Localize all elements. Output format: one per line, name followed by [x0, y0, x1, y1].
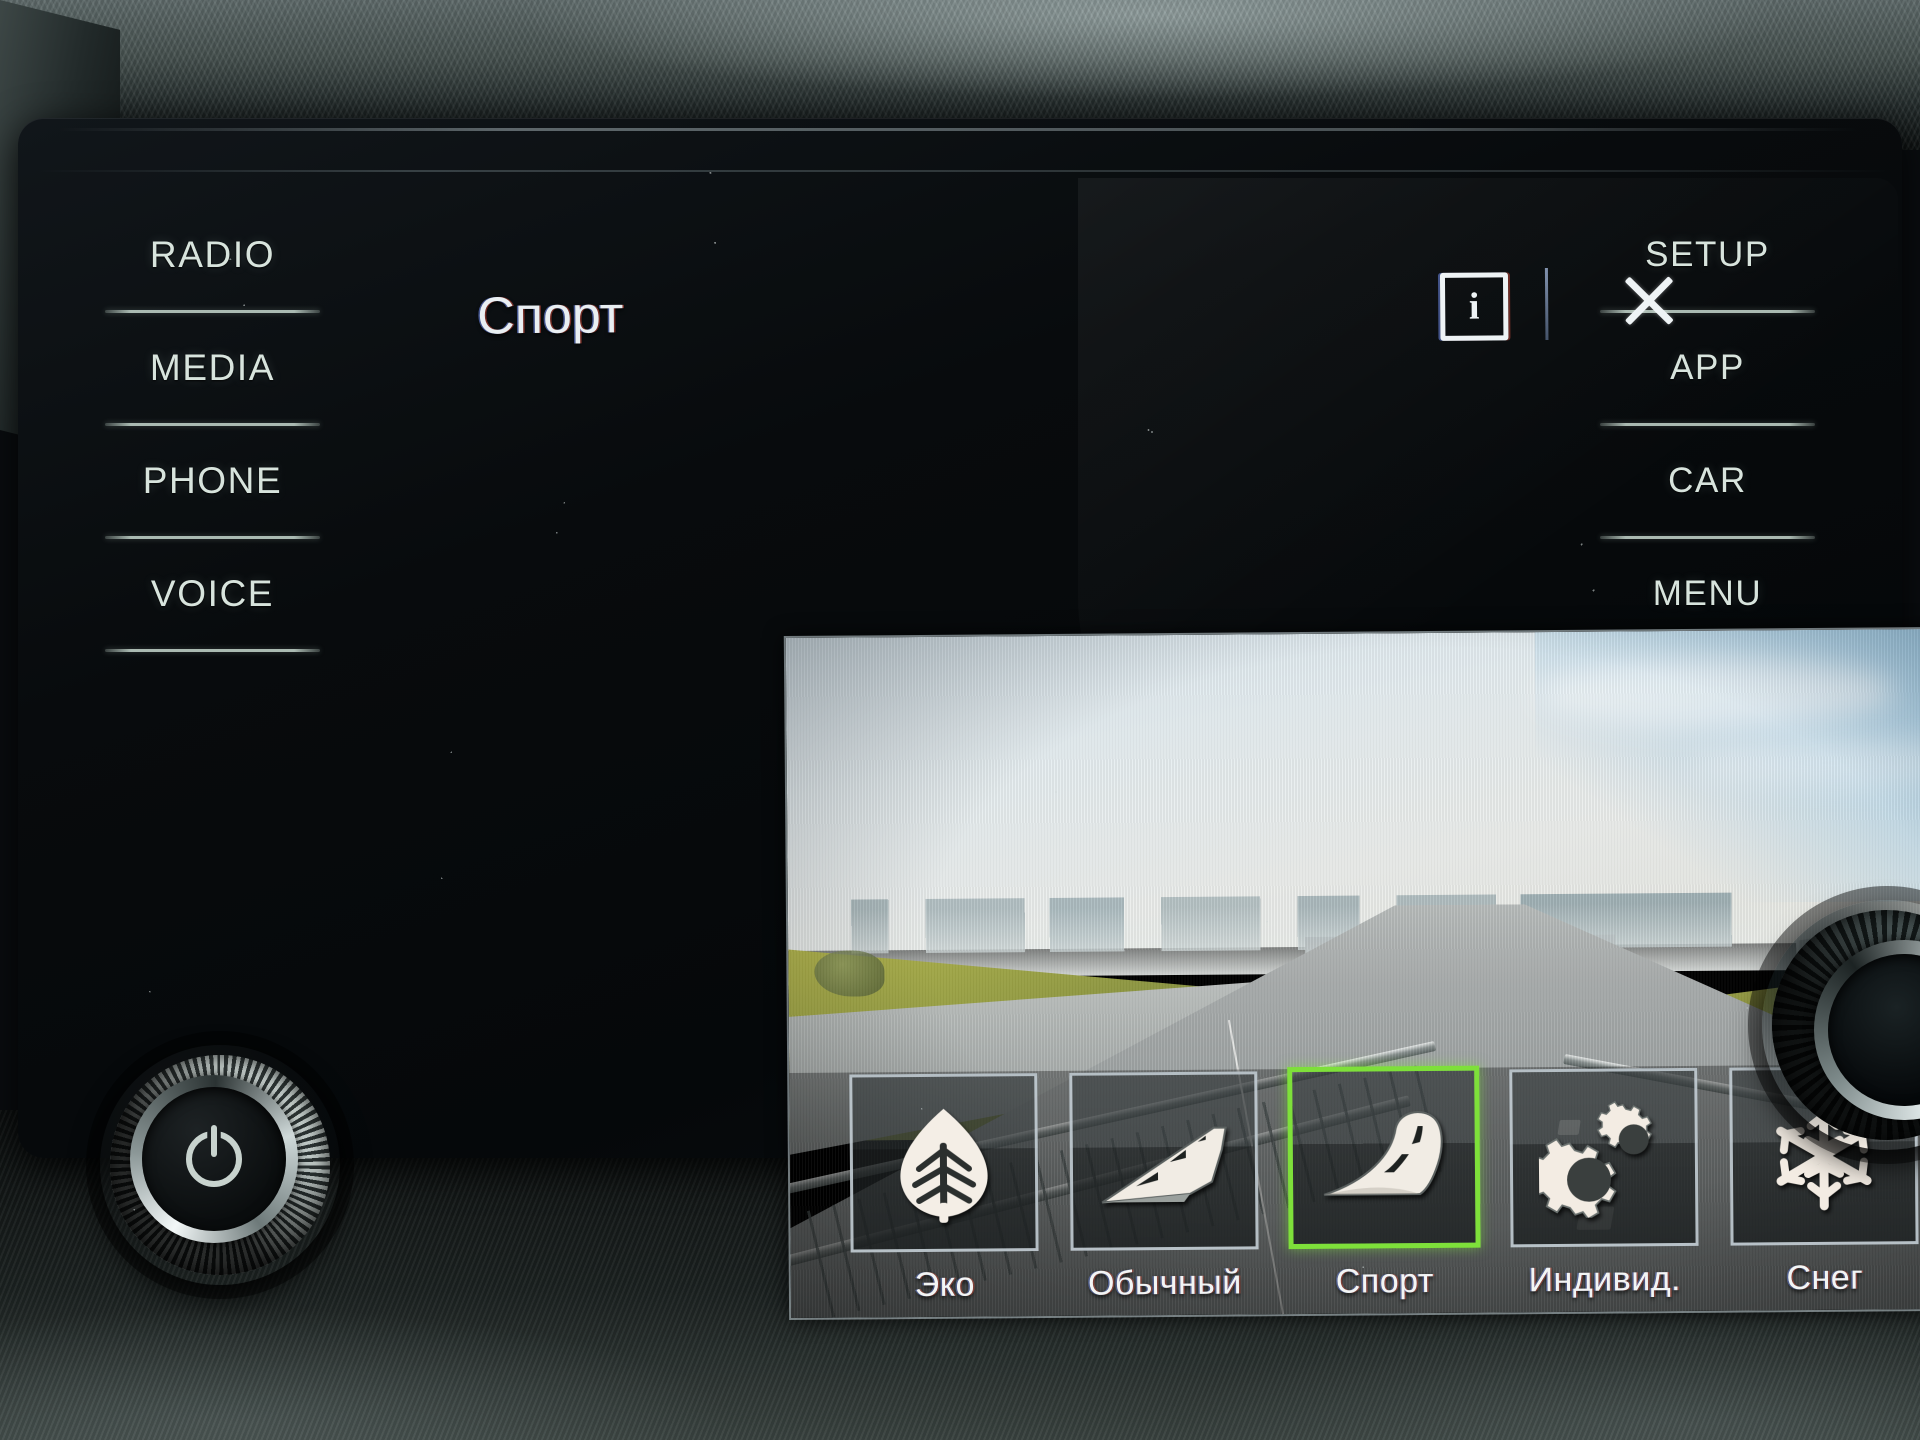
- drive-mode-label: Эко: [914, 1265, 976, 1305]
- drive-mode-normal[interactable]: Обычный: [1064, 1071, 1264, 1304]
- sidebar-item-media[interactable]: MEDIA: [105, 313, 320, 423]
- sidebar-item-label: RADIO: [149, 234, 276, 275]
- drive-mode-tile-selected[interactable]: [1287, 1065, 1481, 1250]
- key-divider: [105, 649, 320, 652]
- info-icon: i: [1439, 272, 1509, 341]
- drive-mode-tile[interactable]: [1509, 1067, 1699, 1248]
- drive-mode-label: Обычный: [1087, 1263, 1242, 1303]
- power-icon: [186, 1125, 242, 1187]
- straight-road-icon: [1101, 1126, 1227, 1204]
- info-button[interactable]: i: [1439, 272, 1509, 341]
- drive-mode-sport[interactable]: Спорт: [1284, 1065, 1484, 1303]
- drive-mode-tile[interactable]: [849, 1073, 1039, 1253]
- sidebar-item-radio[interactable]: RADIO: [105, 200, 320, 310]
- sidebar-item-voice[interactable]: VOICE: [105, 539, 320, 649]
- curved-road-icon: [1323, 1111, 1443, 1196]
- drive-mode-selector: Эко Обычный Спорт Индивид. Снег: [844, 1046, 1920, 1305]
- drive-mode-individual[interactable]: Индивид.: [1504, 1067, 1704, 1301]
- knob-face[interactable]: [142, 1087, 286, 1231]
- screen-header: Спорт i: [385, 253, 1698, 381]
- display-area: Спорт i Эко Обычный Спорт Индивид. Снег: [385, 253, 1920, 1319]
- lcd-panel: Эко Обычный Спорт Индивид. Снег: [785, 627, 1920, 1319]
- leaf-icon: [900, 1108, 988, 1223]
- power-volume-knob[interactable]: [100, 1045, 340, 1285]
- info-icon-letter: i: [1468, 285, 1480, 328]
- page-title: Спорт: [477, 286, 624, 346]
- sidebar-item-label: PHONE: [142, 460, 283, 501]
- close-button[interactable]: [1620, 271, 1682, 333]
- drive-mode-label: Индивид.: [1528, 1260, 1682, 1300]
- sidebar-item-label: VOICE: [150, 573, 275, 614]
- drive-mode-label: Спорт: [1335, 1261, 1435, 1301]
- bezel-highlight-line-2: [38, 170, 1888, 172]
- sidebar-item-label: MEDIA: [149, 347, 276, 388]
- gears-icon: [1538, 1100, 1653, 1219]
- bezel-highlight-line: [58, 128, 1858, 131]
- left-key-column: RADIO MEDIA PHONE VOICE: [105, 200, 320, 652]
- close-icon: [1620, 271, 1678, 329]
- header-separator: [1544, 268, 1549, 341]
- drive-mode-eco[interactable]: Эко: [844, 1073, 1044, 1306]
- drive-mode-tile[interactable]: [1069, 1071, 1259, 1251]
- infotainment-photo: RADIO MEDIA PHONE VOICE SETUP APP CAR ME…: [0, 0, 1920, 1440]
- drive-mode-label: Снег: [1786, 1258, 1864, 1298]
- sidebar-item-phone[interactable]: PHONE: [105, 426, 320, 536]
